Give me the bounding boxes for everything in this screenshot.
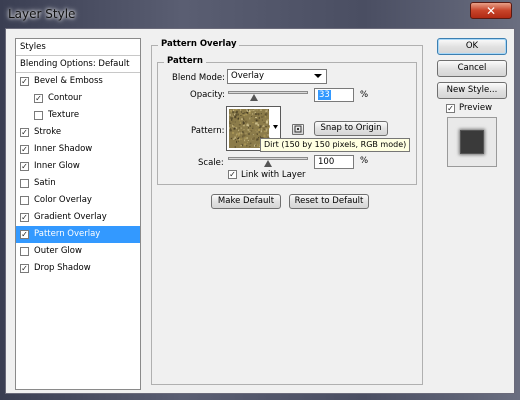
style-item-contour[interactable]: ✓ Contour [16,90,140,107]
scale-percent: % [360,156,369,166]
style-item-satin[interactable]: Satin [16,175,140,192]
style-checkbox[interactable]: ✓ [20,145,29,154]
ok-button[interactable]: OK [437,38,507,55]
chevron-down-icon [314,74,322,78]
opacity-percent: % [360,90,369,100]
pattern-label: Pattern: [191,126,225,136]
preview-label: Preview [459,103,493,113]
pattern-subgroup-title: Pattern [164,56,206,66]
style-checkbox[interactable]: ✓ [20,230,29,239]
blend-mode-select[interactable]: Overlay [227,69,327,84]
style-item-texture[interactable]: Texture [16,107,140,124]
style-item-label: Drop Shadow [34,263,91,273]
style-checkbox[interactable]: ✓ [20,213,29,222]
style-checkbox[interactable] [20,247,29,256]
style-item-label: Color Overlay [34,195,92,205]
style-item-label: Texture [48,110,80,120]
make-default-button[interactable]: Make Default [211,194,281,209]
scale-input[interactable]: 100 [314,155,354,169]
style-item-label: Stroke [34,127,62,137]
style-item-label: Inner Shadow [34,144,93,154]
opacity-slider-thumb[interactable] [250,94,259,101]
layer-style-window: Layer Style ✕ Styles Blending Options: D… [0,0,520,400]
style-item-inner-shadow[interactable]: ✓ Inner Shadow [16,141,140,158]
link-with-layer-checkbox[interactable]: ✓ [228,170,237,179]
style-item-pattern-overlay[interactable]: ✓ Pattern Overlay [16,226,140,243]
pattern-overlay-title: Pattern Overlay [158,39,240,49]
style-item-inner-glow[interactable]: ✓ Inner Glow [16,158,140,175]
style-item-stroke[interactable]: ✓ Stroke [16,124,140,141]
reset-to-default-button[interactable]: Reset to Default [289,194,369,209]
style-item-label: Outer Glow [34,246,82,256]
style-item-label: Satin [34,178,56,188]
style-item-bevel-emboss[interactable]: ✓ Bevel & Emboss [16,73,140,90]
styles-header[interactable]: Styles [16,39,140,56]
style-checkbox[interactable] [20,179,29,188]
snap-to-origin-button[interactable]: Snap to Origin [314,121,388,136]
blend-mode-value: Overlay [231,71,265,81]
style-checkbox[interactable]: ✓ [20,77,29,86]
style-checkbox[interactable] [20,196,29,205]
cancel-button[interactable]: Cancel [437,60,507,77]
link-with-layer-label: Link with Layer [241,170,306,180]
style-checkbox[interactable] [34,111,43,120]
style-item-drop-shadow[interactable]: ✓ Drop Shadow [16,260,140,277]
blending-options-item[interactable]: Blending Options: Default [16,56,140,73]
style-item-label: Contour [48,93,82,103]
style-checkbox[interactable]: ✓ [20,264,29,273]
window-title: Layer Style [8,7,76,21]
blend-mode-label: Blend Mode: [172,73,225,83]
style-preview [447,117,497,167]
opacity-slider-track[interactable] [228,91,308,94]
style-item-label: Pattern Overlay [34,229,101,239]
style-item-label: Gradient Overlay [34,212,107,222]
dialog-client: Styles Blending Options: Default ✓ Bevel … [5,28,515,394]
opacity-label: Opacity: [190,90,225,100]
style-item-outer-glow[interactable]: Outer Glow [16,243,140,260]
preview-checkbox[interactable]: ✓ [446,104,455,113]
styles-list: Styles Blending Options: Default ✓ Bevel … [15,38,141,390]
style-item-color-overlay[interactable]: Color Overlay [16,192,140,209]
new-style-button[interactable]: New Style... [437,82,507,99]
pattern-tooltip: Dirt (150 by 150 pixels, RGB mode) [260,138,411,152]
scale-label: Scale: [198,158,224,168]
close-button[interactable]: ✕ [470,2,512,19]
style-item-gradient-overlay[interactable]: ✓ Gradient Overlay [16,209,140,226]
preview-swatch [460,130,484,154]
style-checkbox[interactable]: ✓ [20,162,29,171]
new-preset-icon [294,125,302,133]
new-preset-button[interactable] [292,124,304,135]
style-checkbox[interactable]: ✓ [34,94,43,103]
scale-slider-thumb[interactable] [264,160,272,167]
opacity-input[interactable]: 33 [314,88,354,102]
style-item-label: Bevel & Emboss [34,76,103,86]
close-icon: ✕ [485,3,497,18]
style-checkbox[interactable]: ✓ [20,128,29,137]
title-bar[interactable]: Layer Style ✕ [0,0,520,28]
style-item-label: Inner Glow [34,161,80,171]
